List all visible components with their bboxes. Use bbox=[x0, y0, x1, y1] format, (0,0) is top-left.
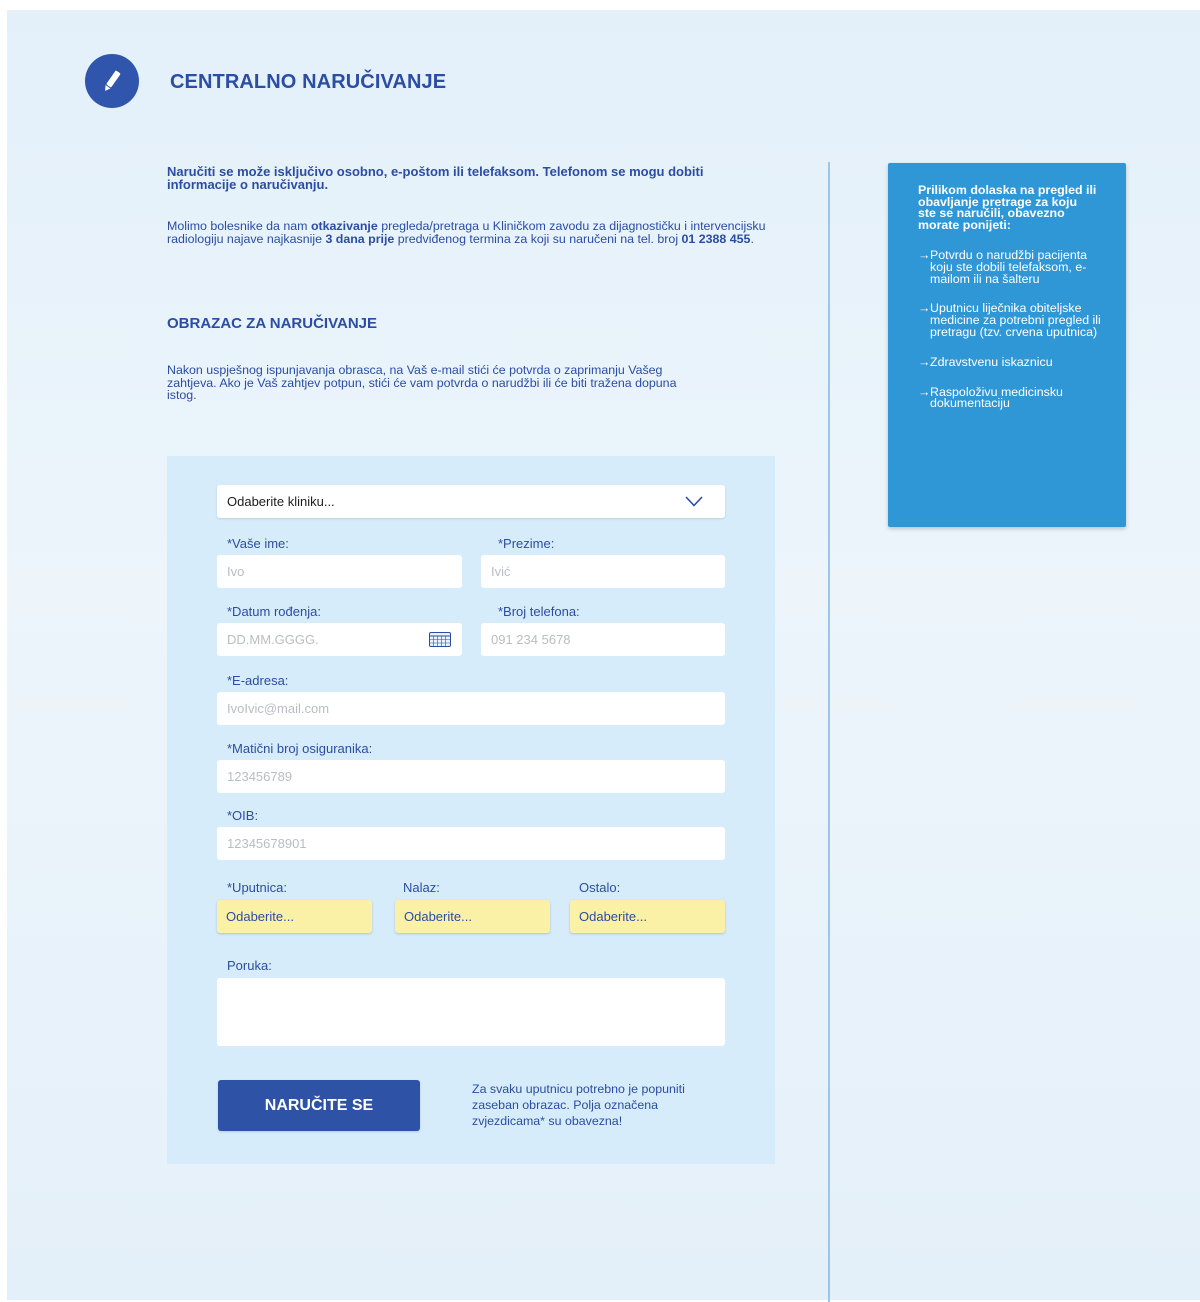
clinic-select[interactable]: Odaberite kliniku... bbox=[217, 485, 725, 518]
form-description: Nakon uspješnog ispunjavanja obrasca, na… bbox=[167, 363, 677, 402]
birth-date-label: *Datum rođenja: bbox=[227, 604, 321, 619]
last-name-label: *Prezime: bbox=[498, 536, 555, 551]
pencil-icon bbox=[105, 70, 121, 91]
phone-label: *Broj telefona: bbox=[498, 604, 580, 619]
intro-paragraph: Molimo bolesnike da nam otkazivanje preg… bbox=[167, 220, 782, 245]
sidebar-list-item: → Zdravstvenu iskaznicu bbox=[918, 354, 1106, 369]
intro-phone-number: 01 2388 455 bbox=[681, 231, 751, 246]
message-label: Poruka: bbox=[227, 958, 272, 973]
other-label: Ostalo: bbox=[579, 880, 621, 895]
first-name-label: *Vaše ime: bbox=[227, 536, 289, 551]
findings-label: Nalaz: bbox=[403, 880, 440, 895]
referral-label: *Uputnica: bbox=[227, 880, 287, 895]
column-divider bbox=[828, 162, 830, 1302]
sidebar-list-item: → Uputnicu liječnika obiteljske medicine… bbox=[918, 301, 1106, 339]
arrow-right-icon: → bbox=[918, 354, 931, 369]
insurance-number-input[interactable]: 123456789 bbox=[217, 760, 725, 793]
intro-bold-2: 3 dana prije bbox=[325, 231, 395, 246]
form-note: Za svaku uputnicu potrebno je popuniti z… bbox=[472, 1082, 685, 1128]
birth-date-input[interactable]: DD.MM.GGGG. bbox=[217, 623, 462, 656]
birth-date-placeholder: DD.MM.GGGG. bbox=[227, 632, 319, 647]
sidebar-item-text: Potvrdu o narudžbi pacijenta koju ste do… bbox=[930, 248, 1088, 286]
sidebar-item-text: Raspoloživu medicinsku dokumentaciju bbox=[930, 384, 1063, 411]
info-sidebar: Prilikom dolaska na pregled ili obavljan… bbox=[888, 163, 1126, 527]
intro-bold-text: Naručiti se može isključivo osobno, e-po… bbox=[167, 164, 704, 192]
sidebar-item-text: Uputnicu liječnika obiteljske medicine z… bbox=[930, 301, 1101, 339]
arrow-right-icon: → bbox=[918, 384, 931, 399]
submit-button[interactable]: NARUČITE SE bbox=[218, 1080, 420, 1131]
sidebar-title: Prilikom dolaska na pregled ili obavljan… bbox=[918, 183, 1097, 232]
email-input[interactable]: IvoIvic@mail.com bbox=[217, 692, 725, 725]
arrow-right-icon: → bbox=[918, 248, 931, 262]
sidebar-list: → Potvrdu o narudžbi pacijenta koju ste … bbox=[918, 248, 1106, 411]
arrow-right-icon: → bbox=[918, 301, 931, 316]
order-form: Odaberite kliniku... *Vaše ime: *Prezime… bbox=[167, 456, 775, 1164]
email-label: *E-adresa: bbox=[227, 673, 289, 688]
form-heading: OBRAZAC ZA NARUČIVANJE bbox=[167, 315, 377, 332]
other-select[interactable]: Odaberite... bbox=[570, 900, 725, 933]
calendar-icon[interactable] bbox=[429, 632, 451, 647]
sidebar-item-text: Zdravstvenu iskaznicu bbox=[930, 354, 1053, 369]
phone-input[interactable]: 091 234 5678 bbox=[481, 623, 725, 656]
referral-select[interactable]: Odaberite... bbox=[217, 900, 372, 933]
message-textarea[interactable] bbox=[217, 978, 725, 1046]
oib-input[interactable]: 12345678901 bbox=[217, 827, 725, 860]
logo[interactable] bbox=[85, 54, 139, 108]
intro-text-3: predviđenog termina za koji su naručeni … bbox=[394, 231, 682, 246]
clinic-select-value: Odaberite kliniku... bbox=[227, 494, 335, 509]
insurance-number-label: *Matični broj osiguranika: bbox=[227, 741, 373, 756]
findings-select[interactable]: Odaberite... bbox=[395, 900, 550, 933]
page: CENTRALNO NARUČIVANJE Naručiti se može i… bbox=[7, 10, 1200, 1302]
page-title: CENTRALNO NARUČIVANJE bbox=[170, 71, 447, 93]
oib-label: *OIB: bbox=[227, 808, 259, 823]
sidebar-list-item: → Raspoloživu medicinsku dokumentaciju bbox=[918, 384, 1106, 411]
sidebar-list-item: → Potvrdu o narudžbi pacijenta koju ste … bbox=[918, 248, 1106, 286]
intro-text-4: . bbox=[750, 231, 754, 246]
chevron-down-icon bbox=[685, 496, 703, 507]
last-name-input[interactable]: Ivić bbox=[481, 555, 725, 588]
first-name-input[interactable]: Ivo bbox=[217, 555, 462, 588]
